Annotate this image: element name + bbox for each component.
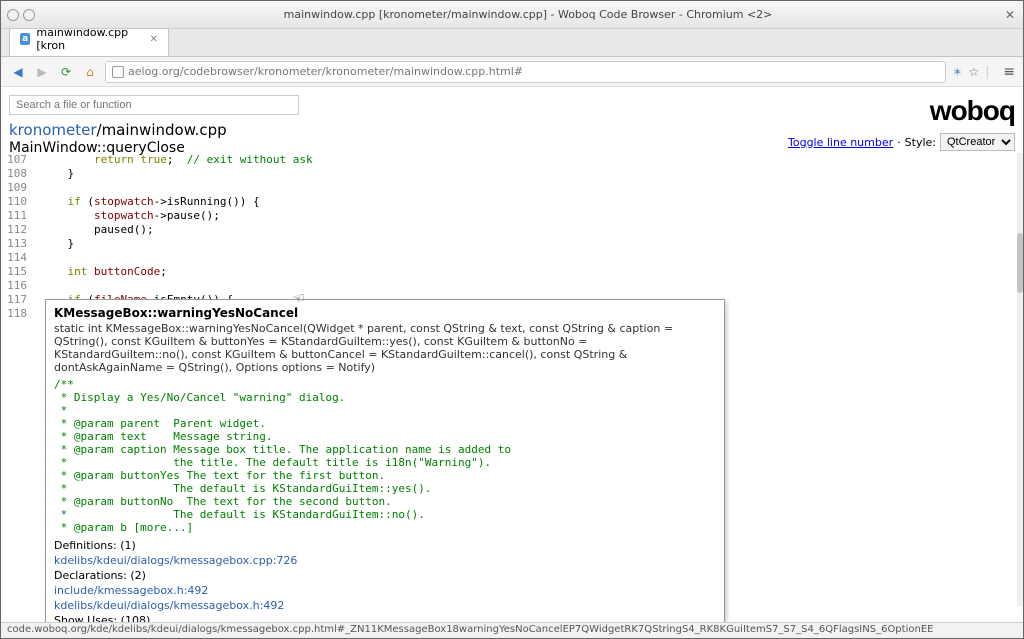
definition-link[interactable]: kdelibs/kdeui/dialogs/kmessagebox.cpp:72… — [54, 554, 297, 567]
status-bar: code.woboq.org/kde/kdelibs/kdeui/dialogs… — [1, 622, 1023, 638]
line-number: 115 — [1, 265, 41, 279]
titlebar: mainwindow.cpp [kronometer/mainwindow.cp… — [1, 1, 1023, 29]
window-button-icon[interactable] — [23, 9, 35, 21]
style-select[interactable]: QtCreator — [940, 133, 1015, 151]
page-icon — [112, 66, 124, 78]
close-icon[interactable]: ✕ — [1005, 8, 1015, 22]
star-icon[interactable]: ☆ — [968, 65, 979, 79]
home-button[interactable]: ⌂ — [81, 63, 99, 81]
code-line[interactable]: 116 — [1, 279, 1017, 293]
declaration-link[interactable]: include/kmessagebox.h:492 — [54, 584, 208, 597]
code-line[interactable]: 114 — [1, 251, 1017, 265]
wand-icon[interactable]: ✶ — [952, 65, 962, 79]
cursor-icon: ☜ — [292, 290, 307, 308]
breadcrumb-project[interactable]: kronometer — [9, 121, 97, 139]
declarations-label: Declarations: (2) — [54, 568, 716, 583]
toggle-line-number[interactable]: Toggle line number — [788, 136, 893, 149]
line-number: 113 — [1, 237, 41, 251]
code-text: if (stopwatch->isRunning()) { — [41, 195, 1017, 209]
window-button-icon[interactable] — [7, 9, 19, 21]
show-uses-link[interactable]: Show Uses: (108) — [54, 614, 150, 622]
code-text: } — [41, 167, 1017, 181]
style-label: Style: — [905, 136, 936, 149]
scrollbar-thumb[interactable] — [1017, 233, 1023, 293]
tooltip-doc: /** * Display a Yes/No/Cancel "warning" … — [54, 378, 716, 534]
line-number: 107 — [1, 153, 41, 167]
url-text: aelog.org/codebrowser/kronometer/kronome… — [128, 65, 523, 78]
code-line[interactable]: 108 } — [1, 167, 1017, 181]
code-line[interactable]: 110 if (stopwatch->isRunning()) { — [1, 195, 1017, 209]
line-number: 118 — [1, 307, 41, 321]
code-line[interactable]: 113 } — [1, 237, 1017, 251]
line-number: 108 — [1, 167, 41, 181]
address-bar[interactable]: aelog.org/codebrowser/kronometer/kronome… — [105, 61, 946, 83]
tooltip-signature: static int KMessageBox::warningYesNoCanc… — [54, 322, 716, 374]
breadcrumb-file: /mainwindow.cpp — [97, 121, 227, 139]
code-text — [41, 251, 1017, 265]
browser-tabbar: a mainwindow.cpp [kron ✕ — [1, 29, 1023, 57]
vertical-scrollbar[interactable] — [1017, 153, 1023, 606]
code-text: int buttonCode; — [41, 265, 1017, 279]
code-line[interactable]: 109 — [1, 181, 1017, 195]
code-text: paused(); — [41, 223, 1017, 237]
tab-title: mainwindow.cpp [kron — [36, 26, 143, 52]
code-line[interactable]: 112 paused(); — [1, 223, 1017, 237]
symbol-tooltip: KMessageBox::warningYesNoCancel static i… — [45, 299, 725, 622]
code-text — [41, 181, 1017, 195]
favicon-icon: a — [20, 33, 30, 45]
code-text — [41, 279, 1017, 293]
page-options: Toggle line number · Style: QtCreator — [788, 133, 1015, 151]
declaration-link[interactable]: kdelibs/kdeui/dialogs/kmessagebox.h:492 — [54, 599, 284, 612]
code-line[interactable]: 115 int buttonCode; — [1, 265, 1017, 279]
tooltip-title: KMessageBox::warningYesNoCancel — [54, 306, 716, 320]
line-number: 117 — [1, 293, 41, 307]
window-title: mainwindow.cpp [kronometer/mainwindow.cp… — [39, 8, 1017, 21]
line-number: 116 — [1, 279, 41, 293]
close-tab-icon[interactable]: ✕ — [150, 34, 158, 45]
reload-button[interactable]: ⟳ — [57, 63, 75, 81]
line-number: 114 — [1, 251, 41, 265]
line-number: 111 — [1, 209, 41, 223]
browser-toolbar: ◀ ▶ ⟳ ⌂ aelog.org/codebrowser/kronometer… — [1, 57, 1023, 87]
code-line[interactable]: 111 stopwatch->pause(); — [1, 209, 1017, 223]
line-number: 110 — [1, 195, 41, 209]
line-number: 112 — [1, 223, 41, 237]
forward-button: ▶ — [33, 63, 51, 81]
code-text: } — [41, 237, 1017, 251]
line-number: 109 — [1, 181, 41, 195]
woboq-logo[interactable]: woboq — [930, 95, 1015, 127]
page-content: kronometer/mainwindow.cpp MainWindow::qu… — [1, 87, 1023, 622]
search-input[interactable] — [9, 95, 299, 115]
back-button[interactable]: ◀ — [9, 63, 27, 81]
definitions-label: Definitions: (1) — [54, 538, 716, 553]
code-text: stopwatch->pause(); — [41, 209, 1017, 223]
code-text: return true; // exit without ask — [41, 153, 1017, 167]
menu-icon[interactable]: ≡ — [1003, 64, 1015, 80]
code-line[interactable]: 107 return true; // exit without ask — [1, 153, 1017, 167]
